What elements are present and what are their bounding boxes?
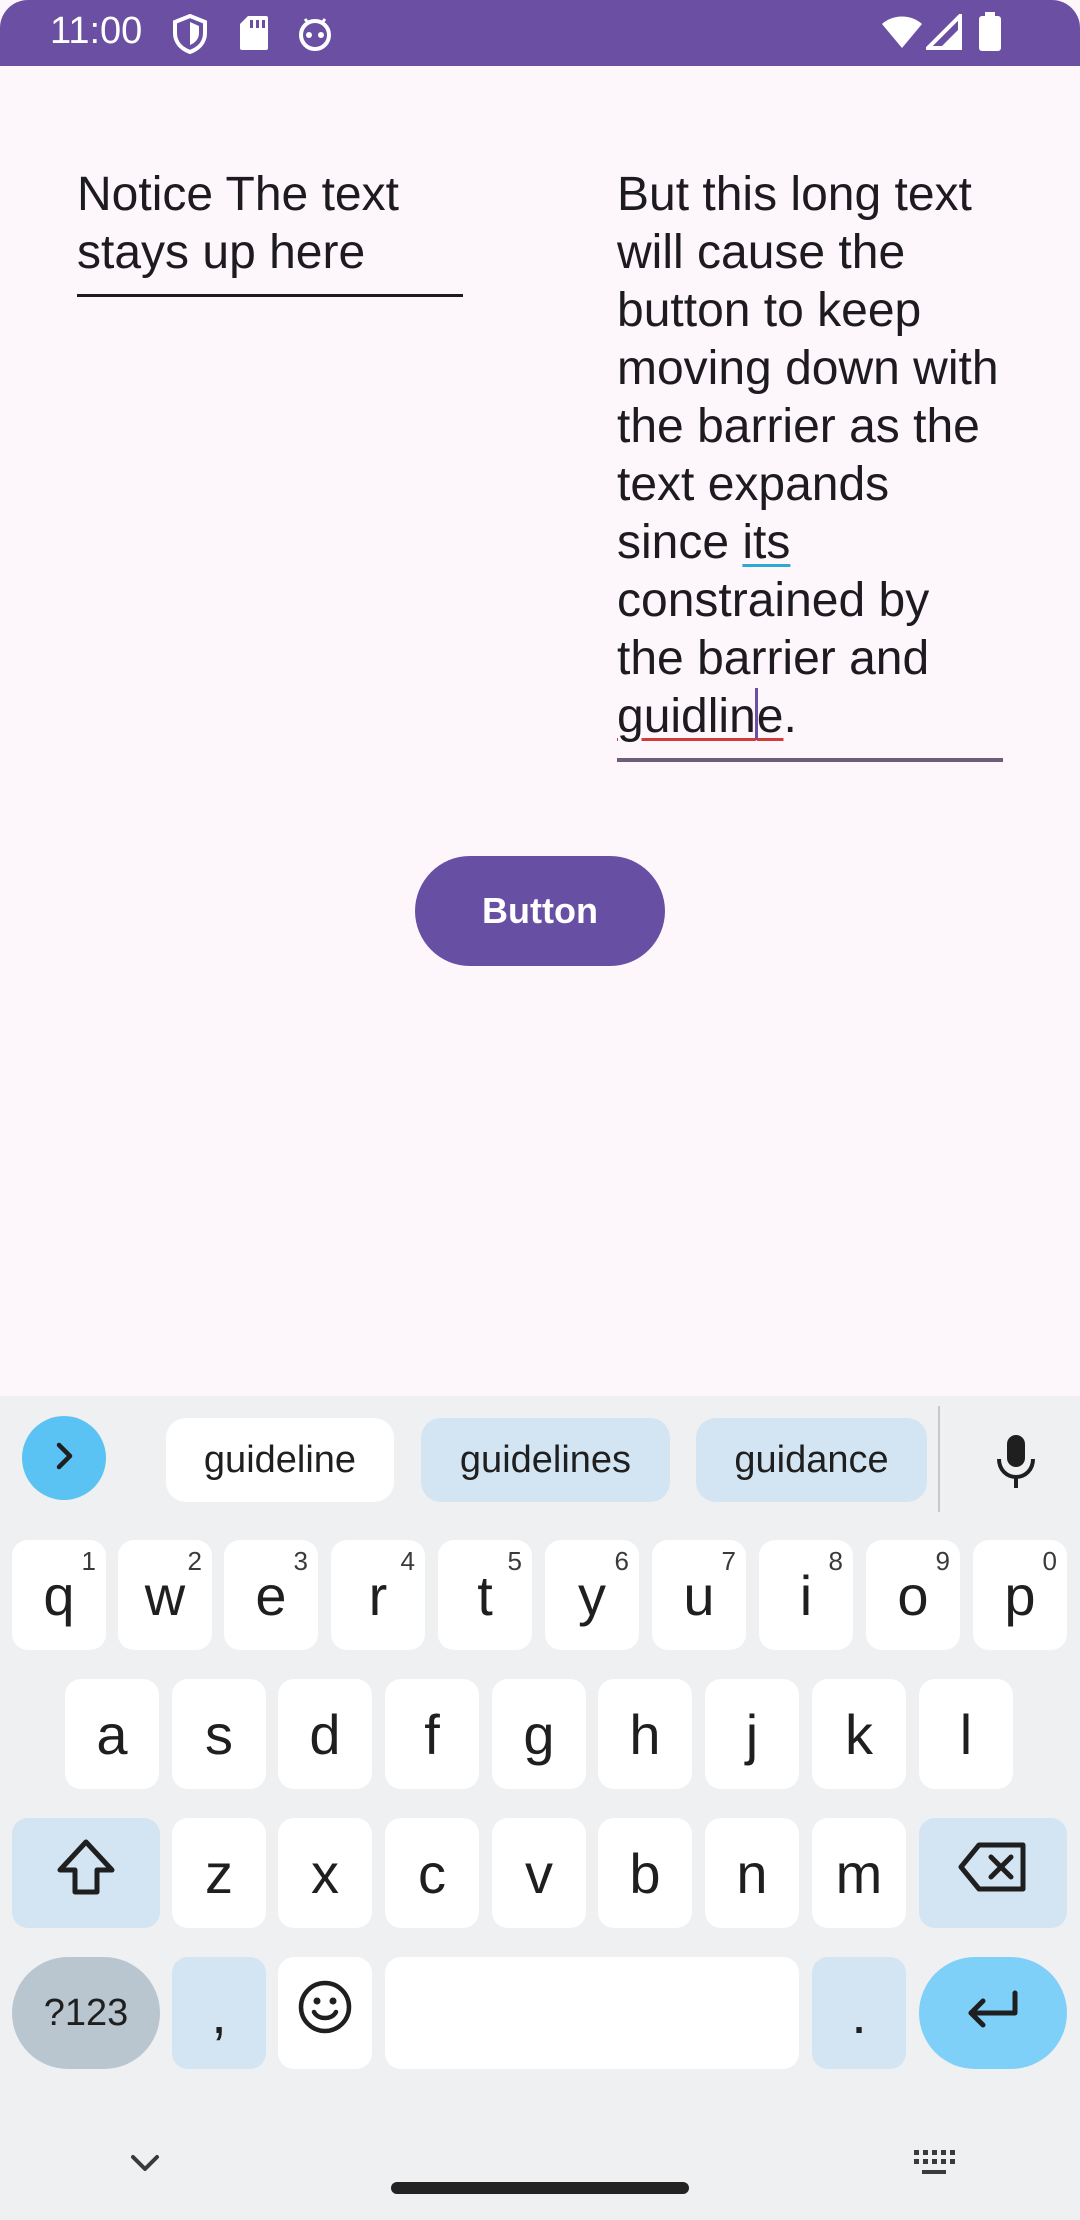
status-time: 11:00	[50, 10, 143, 52]
key-hint: 0	[1042, 1546, 1057, 1576]
main-button[interactable]: Button	[415, 856, 665, 966]
chevron-right-icon	[47, 1439, 81, 1478]
emoji-key[interactable]	[278, 1957, 372, 2069]
right-field-end: .	[783, 690, 797, 743]
key-z[interactable]: z	[172, 1818, 266, 1928]
key-a[interactable]: a	[65, 1679, 159, 1789]
enter-icon	[963, 1981, 1023, 2046]
key-p[interactable]: p0	[973, 1540, 1067, 1650]
period-key[interactable]: .	[812, 1957, 906, 2069]
sd-card-icon	[238, 14, 270, 57]
key-t[interactable]: t5	[438, 1540, 532, 1650]
voice-input-button[interactable]	[978, 1426, 1054, 1502]
suggestion-chip-1[interactable]: guideline	[166, 1418, 394, 1502]
android-face-icon	[296, 14, 334, 57]
key-hint: 9	[935, 1546, 950, 1576]
key-h[interactable]: h	[598, 1679, 692, 1789]
key-k[interactable]: k	[812, 1679, 906, 1789]
key-label: u	[683, 1563, 715, 1627]
key-y[interactable]: y6	[545, 1540, 639, 1650]
shield-icon	[172, 13, 208, 59]
key-hint: 8	[828, 1546, 843, 1576]
right-field-text: But this long text will cause the button…	[617, 168, 999, 569]
right-field-text-cont: constrained by the barrier and	[617, 574, 930, 685]
misspelled-word-end: e	[756, 690, 784, 743]
key-label: t	[477, 1563, 493, 1627]
key-hint: 1	[81, 1546, 96, 1576]
home-indicator[interactable]	[391, 2182, 689, 2194]
shift-icon	[54, 1837, 118, 1910]
left-text-field[interactable]: Notice The text stays up here	[77, 166, 463, 297]
key-w[interactable]: w2	[118, 1540, 212, 1650]
keyboard-icon[interactable]	[912, 2148, 956, 2185]
key-v[interactable]: v	[492, 1818, 586, 1928]
key-r[interactable]: r4	[331, 1540, 425, 1650]
key-hint: 6	[614, 1546, 629, 1576]
key-label: r	[368, 1563, 388, 1627]
key-c[interactable]: c	[385, 1818, 479, 1928]
wifi-icon	[880, 14, 924, 55]
suggestion-chip-2[interactable]: guidelines	[421, 1418, 670, 1502]
keyboard-suggestion-bar: guideline guidelines guidance	[0, 1396, 1080, 1516]
key-hint: 5	[507, 1546, 522, 1576]
key-x[interactable]: x	[278, 1818, 372, 1928]
right-text-field[interactable]: But this long text will cause the button…	[617, 166, 1003, 762]
misspelled-word-part: guidlin	[617, 690, 756, 743]
key-label: w	[144, 1563, 186, 1627]
status-bar: 11:00	[0, 0, 1080, 66]
key-hint: 2	[187, 1546, 202, 1576]
toolbar-divider	[938, 1406, 940, 1512]
space-key[interactable]	[385, 1957, 799, 2069]
key-hint: 7	[721, 1546, 736, 1576]
key-label: e	[255, 1563, 287, 1627]
key-g[interactable]: g	[492, 1679, 586, 1789]
microphone-icon	[994, 1433, 1038, 1496]
key-l[interactable]: l	[919, 1679, 1013, 1789]
suggestion-chip-3[interactable]: guidance	[696, 1418, 927, 1502]
key-e[interactable]: e3	[224, 1540, 318, 1650]
key-o[interactable]: o9	[866, 1540, 960, 1650]
signal-icon	[923, 11, 962, 55]
keyboard-expand-button[interactable]	[22, 1416, 106, 1500]
backspace-icon	[957, 1841, 1029, 1906]
emoji-icon	[297, 1979, 353, 2048]
key-label: o	[897, 1563, 929, 1627]
navigation-bar	[0, 2116, 1080, 2220]
soft-keyboard: guideline guidelines guidance q1 w2 e3 r…	[0, 1396, 1080, 2220]
key-b[interactable]: b	[598, 1818, 692, 1928]
key-hint: 3	[293, 1546, 308, 1576]
backspace-key[interactable]	[919, 1818, 1067, 1928]
key-label: p	[1004, 1563, 1036, 1627]
key-label: q	[43, 1563, 75, 1627]
left-field-text: Notice The text stays up here	[77, 168, 399, 279]
key-label: i	[799, 1563, 813, 1627]
key-m[interactable]: m	[812, 1818, 906, 1928]
comma-key[interactable]: ,	[172, 1957, 266, 2069]
key-hint: 4	[400, 1546, 415, 1576]
misspelled-word[interactable]: guidline	[617, 688, 784, 743]
chevron-down-icon[interactable]	[128, 2152, 162, 2181]
key-d[interactable]: d	[278, 1679, 372, 1789]
key-label: y	[578, 1563, 606, 1627]
key-f[interactable]: f	[385, 1679, 479, 1789]
app-content: Notice The text stays up here But this l…	[0, 66, 1080, 1396]
shift-key[interactable]	[12, 1818, 160, 1928]
key-n[interactable]: n	[705, 1818, 799, 1928]
key-i[interactable]: i8	[759, 1540, 853, 1650]
key-q[interactable]: q1	[12, 1540, 106, 1650]
key-j[interactable]: j	[705, 1679, 799, 1789]
key-u[interactable]: u7	[652, 1540, 746, 1650]
battery-icon	[978, 12, 1002, 57]
suggestion-underlined-word[interactable]: its	[742, 516, 790, 569]
key-s[interactable]: s	[172, 1679, 266, 1789]
enter-key[interactable]	[919, 1957, 1067, 2069]
symbols-key[interactable]: ?123	[12, 1957, 160, 2069]
